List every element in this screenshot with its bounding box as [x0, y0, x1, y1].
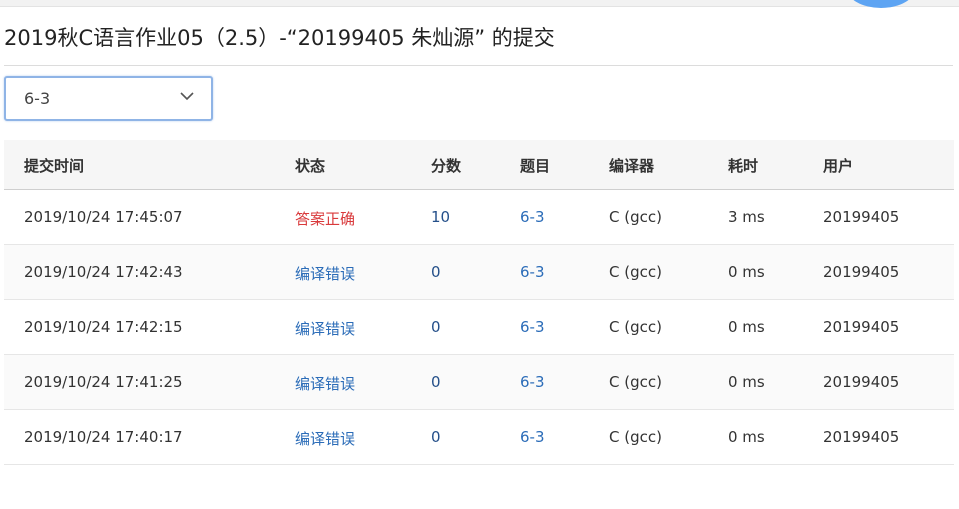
submission-status-link[interactable]: 答案正确 — [295, 208, 355, 229]
table-header: 提交时间 状态 分数 题目 编译器 耗时 用户 — [4, 140, 954, 190]
submission-compiler: C (gcc) — [609, 373, 662, 391]
problem-filter-value: 6-3 — [24, 89, 51, 108]
problem-link[interactable]: 6-3 — [520, 263, 545, 281]
problem-link[interactable]: 6-3 — [520, 318, 545, 336]
submission-duration: 0 ms — [728, 263, 765, 281]
submission-status-link[interactable]: 编译错误 — [295, 318, 355, 339]
submission-compiler: C (gcc) — [609, 428, 662, 446]
chevron-down-icon — [180, 92, 194, 101]
page-title: 2019秋C语言作业05（2.5）-“20199405 朱灿源” 的提交 — [4, 26, 555, 50]
submissions-table: 提交时间 状态 分数 题目 编译器 耗时 用户 2019/10/24 17:45… — [4, 140, 954, 465]
problem-link[interactable]: 6-3 — [520, 373, 545, 391]
submission-time: 2019/10/24 17:40:17 — [24, 428, 183, 446]
submission-time: 2019/10/24 17:45:07 — [24, 208, 183, 226]
submission-status-link[interactable]: 编译错误 — [295, 373, 355, 394]
submission-compiler: C (gcc) — [609, 263, 662, 281]
submission-score-link[interactable]: 0 — [431, 318, 441, 336]
submission-user: 20199405 — [823, 373, 900, 391]
submission-status-link[interactable]: 编译错误 — [295, 428, 355, 449]
table-row: 2019/10/24 17:42:15 编译错误 0 6-3 C (gcc) 0… — [4, 300, 954, 355]
submission-time: 2019/10/24 17:42:43 — [24, 263, 183, 281]
table-row: 2019/10/24 17:40:17 编译错误 0 6-3 C (gcc) 0… — [4, 410, 954, 465]
submission-time: 2019/10/24 17:41:25 — [24, 373, 183, 391]
column-header-duration: 耗时 — [728, 157, 759, 175]
submission-user: 20199405 — [823, 263, 900, 281]
submission-score-link[interactable]: 0 — [431, 263, 441, 281]
submission-score-link[interactable]: 10 — [431, 208, 450, 226]
submission-compiler: C (gcc) — [609, 318, 662, 336]
column-header-problem: 题目 — [520, 157, 551, 175]
submission-duration: 3 ms — [728, 208, 765, 226]
problem-filter-select[interactable]: 6-3 — [4, 76, 213, 121]
top-navigation-bar — [0, 0, 959, 7]
title-divider — [4, 65, 953, 66]
submission-score-link[interactable]: 0 — [431, 373, 441, 391]
column-header-status: 状态 — [295, 157, 326, 175]
submission-duration: 0 ms — [728, 318, 765, 336]
submission-compiler: C (gcc) — [609, 208, 662, 226]
submission-user: 20199405 — [823, 428, 900, 446]
column-header-compiler: 编译器 — [609, 157, 655, 175]
column-header-score: 分数 — [431, 157, 462, 175]
table-row: 2019/10/24 17:41:25 编译错误 0 6-3 C (gcc) 0… — [4, 355, 954, 410]
submission-duration: 0 ms — [728, 373, 765, 391]
submission-duration: 0 ms — [728, 428, 765, 446]
table-row: 2019/10/24 17:45:07 答案正确 10 6-3 C (gcc) … — [4, 190, 954, 245]
table-row: 2019/10/24 17:42:43 编译错误 0 6-3 C (gcc) 0… — [4, 245, 954, 300]
submission-user: 20199405 — [823, 318, 900, 336]
column-header-user: 用户 — [823, 157, 854, 175]
submission-time: 2019/10/24 17:42:15 — [24, 318, 183, 336]
submission-user: 20199405 — [823, 208, 900, 226]
problem-link[interactable]: 6-3 — [520, 428, 545, 446]
problem-link[interactable]: 6-3 — [520, 208, 545, 226]
submission-score-link[interactable]: 0 — [431, 428, 441, 446]
column-header-time: 提交时间 — [24, 157, 85, 175]
submission-status-link[interactable]: 编译错误 — [295, 263, 355, 284]
